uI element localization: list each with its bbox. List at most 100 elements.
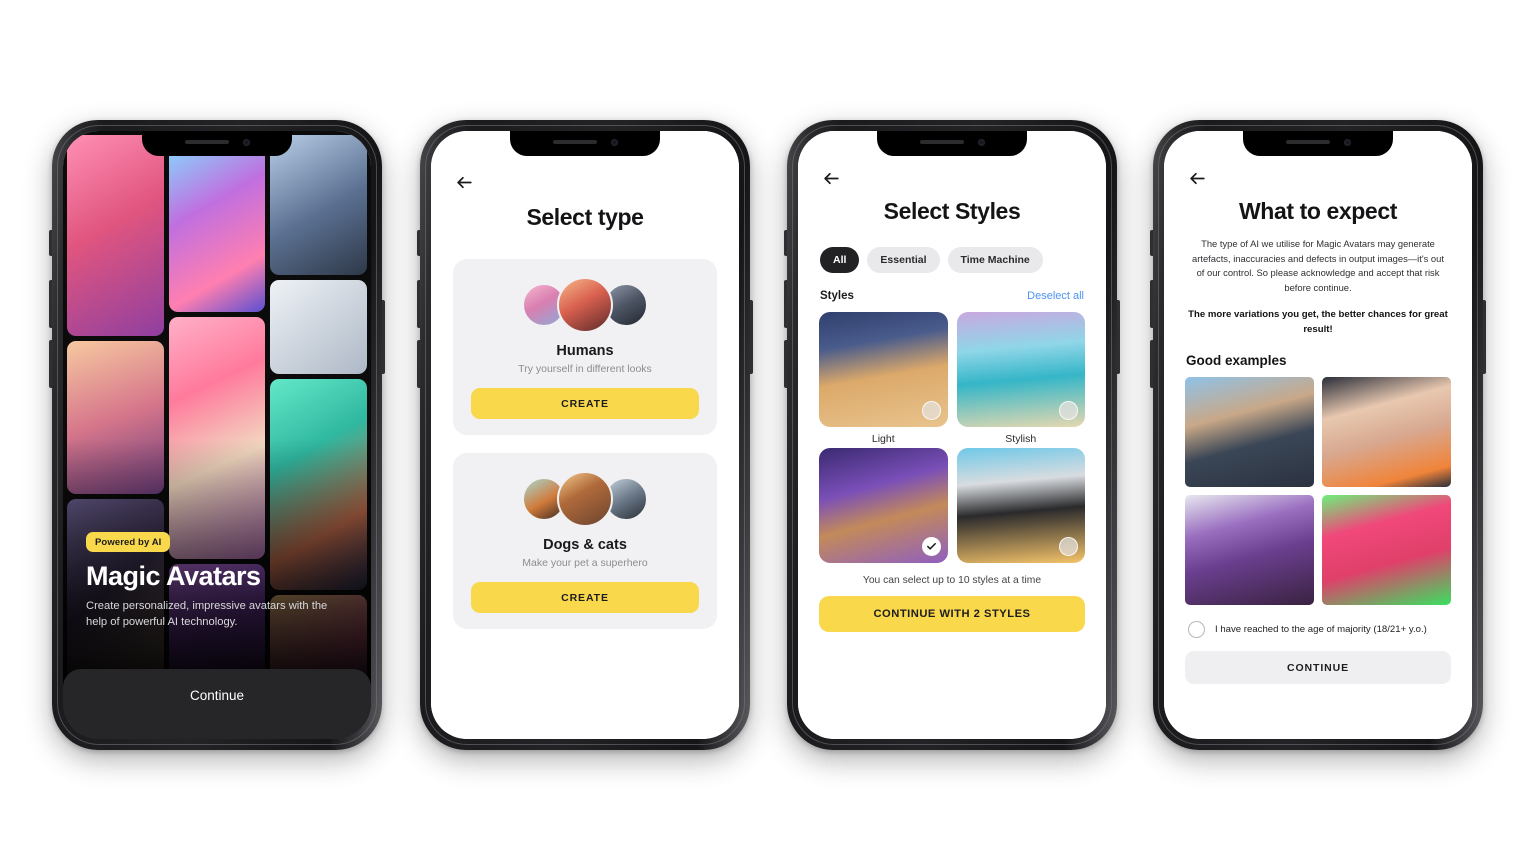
age-checkbox[interactable] xyxy=(1188,621,1205,639)
hero-subtitle: Create personalized, impressive avatars … xyxy=(86,600,328,629)
arrow-left-icon xyxy=(1190,172,1205,185)
hero-copy: Powered by AI Magic Avatars Create perso… xyxy=(86,532,351,631)
silent-switch[interactable] xyxy=(1150,230,1153,256)
good-examples-grid xyxy=(1164,377,1472,606)
avatar xyxy=(557,471,613,527)
earpiece-speaker xyxy=(919,140,964,144)
silent-switch[interactable] xyxy=(49,230,52,256)
type-card-humans[interactable]: Humans Try yourself in different looks C… xyxy=(453,259,717,435)
selection-hint: You can select up to 10 styles at a time xyxy=(862,575,1042,586)
earpiece-speaker xyxy=(184,140,229,144)
create-button-dogs-cats[interactable]: CREATE xyxy=(471,582,699,613)
what-to-expect-screen: What to expect The type of AI we utilise… xyxy=(1164,131,1472,739)
style-thumbnail xyxy=(819,448,948,563)
style-checkbox-unselected[interactable] xyxy=(921,401,941,420)
phone-1-hero: Powered by AI Magic Avatars Create perso… xyxy=(49,120,385,750)
page-title: Select Styles xyxy=(883,198,1021,224)
power-button[interactable] xyxy=(382,300,385,374)
age-confirmation-row[interactable]: I have reached to the age of majority (1… xyxy=(1164,621,1472,639)
powered-by-ai-badge: Powered by AI xyxy=(86,532,171,553)
filter-chip-essential[interactable]: Essential xyxy=(867,247,940,273)
example-image xyxy=(1185,495,1314,606)
volume-up-button[interactable] xyxy=(784,280,787,328)
phone-4-screen: What to expect The type of AI we utilise… xyxy=(1164,131,1472,739)
styles-grid: Light Stylish xyxy=(798,312,1106,569)
card-heading: Humans xyxy=(556,343,614,359)
earpiece-speaker xyxy=(552,140,597,144)
volume-up-button[interactable] xyxy=(49,280,52,328)
emphasis-text: The more variations you get, the better … xyxy=(1188,309,1448,335)
volume-down-button[interactable] xyxy=(784,340,787,388)
select-type-screen: Select type Humans Try yourself in diffe… xyxy=(431,131,739,739)
style-checkbox-unselected[interactable] xyxy=(1059,401,1078,420)
example-image xyxy=(1185,377,1314,488)
avatar xyxy=(557,277,613,333)
styles-section-header: Styles Deselect all xyxy=(798,290,1106,302)
volume-down-button[interactable] xyxy=(49,340,52,388)
style-thumbnail xyxy=(956,312,1085,427)
deselect-all-link[interactable]: Deselect all xyxy=(1027,290,1084,302)
volume-down-button[interactable] xyxy=(1150,340,1153,388)
avatar-group xyxy=(471,470,699,528)
front-camera-icon xyxy=(610,138,618,146)
filter-chip-time-machine[interactable]: Time Machine xyxy=(947,247,1043,273)
volume-up-button[interactable] xyxy=(417,280,420,328)
phone-4-what-to-expect: What to expect The type of AI we utilise… xyxy=(1150,120,1486,750)
page-title: Select type xyxy=(526,204,644,230)
create-button-humans[interactable]: CREATE xyxy=(471,388,699,419)
front-camera-icon xyxy=(1343,138,1351,146)
style-card[interactable] xyxy=(956,448,1085,569)
style-caption: Stylish xyxy=(1005,433,1037,445)
collage-tile xyxy=(270,280,367,374)
notch xyxy=(877,131,1027,156)
page-title: What to expect xyxy=(1239,198,1397,224)
power-button[interactable] xyxy=(1117,300,1120,374)
continue-with-styles-button[interactable]: CONTINUE WITH 2 STYLES xyxy=(819,596,1085,632)
style-checkbox-selected[interactable] xyxy=(921,537,941,556)
continue-button[interactable]: CONTINUE xyxy=(1185,651,1451,685)
hero-background xyxy=(63,131,371,739)
style-thumbnail xyxy=(956,448,1085,563)
collage-tile xyxy=(168,135,266,312)
filter-chip-all[interactable]: All xyxy=(820,247,860,273)
phone-1-screen: Powered by AI Magic Avatars Create perso… xyxy=(63,131,371,739)
card-subtext: Make your pet a superhero xyxy=(522,557,648,569)
age-checkbox-label: I have reached to the age of majority (1… xyxy=(1215,624,1427,636)
phone-2-screen: Select type Humans Try yourself in diffe… xyxy=(431,131,739,739)
power-button[interactable] xyxy=(750,300,753,374)
notch xyxy=(1243,131,1393,156)
styles-label: Styles xyxy=(820,290,854,302)
disclaimer-text: The type of AI we utilise for Magic Avat… xyxy=(1192,238,1444,293)
collage-tile xyxy=(67,135,164,336)
style-card[interactable] xyxy=(819,448,948,569)
silent-switch[interactable] xyxy=(784,230,787,256)
style-caption: Light xyxy=(871,433,895,445)
screenshot-canvas: Powered by AI Magic Avatars Create perso… xyxy=(0,0,1536,864)
type-card-dogs-cats[interactable]: Dogs & cats Make your pet a superhero CR… xyxy=(453,453,717,629)
style-checkbox-unselected[interactable] xyxy=(1059,537,1078,556)
volume-down-button[interactable] xyxy=(417,340,420,388)
phone-2-select-type: Select type Humans Try yourself in diffe… xyxy=(417,120,753,750)
arrow-left-icon xyxy=(824,172,839,185)
earpiece-speaker xyxy=(1285,140,1330,144)
continue-button[interactable]: Continue xyxy=(63,669,371,739)
silent-switch[interactable] xyxy=(417,230,420,256)
filter-chip-group: All Essential Time Machine xyxy=(798,247,1106,273)
volume-up-button[interactable] xyxy=(1150,280,1153,328)
arrow-left-icon xyxy=(457,176,472,189)
check-icon xyxy=(926,542,936,550)
example-image xyxy=(1322,377,1451,488)
style-thumbnail xyxy=(819,312,948,427)
power-button[interactable] xyxy=(1483,300,1486,374)
good-examples-heading: Good examples xyxy=(1186,353,1287,369)
front-camera-icon xyxy=(977,138,985,146)
style-card[interactable]: Light xyxy=(819,312,948,445)
avatar-group xyxy=(471,276,699,334)
collage-tile xyxy=(270,135,367,276)
phone-3-select-styles: Select Styles All Essential Time Machine… xyxy=(784,120,1120,750)
notch xyxy=(142,131,292,156)
style-card[interactable]: Stylish xyxy=(956,312,1085,445)
front-camera-icon xyxy=(242,138,250,146)
card-heading: Dogs & cats xyxy=(543,537,627,553)
select-styles-screen: Select Styles All Essential Time Machine… xyxy=(798,131,1106,739)
